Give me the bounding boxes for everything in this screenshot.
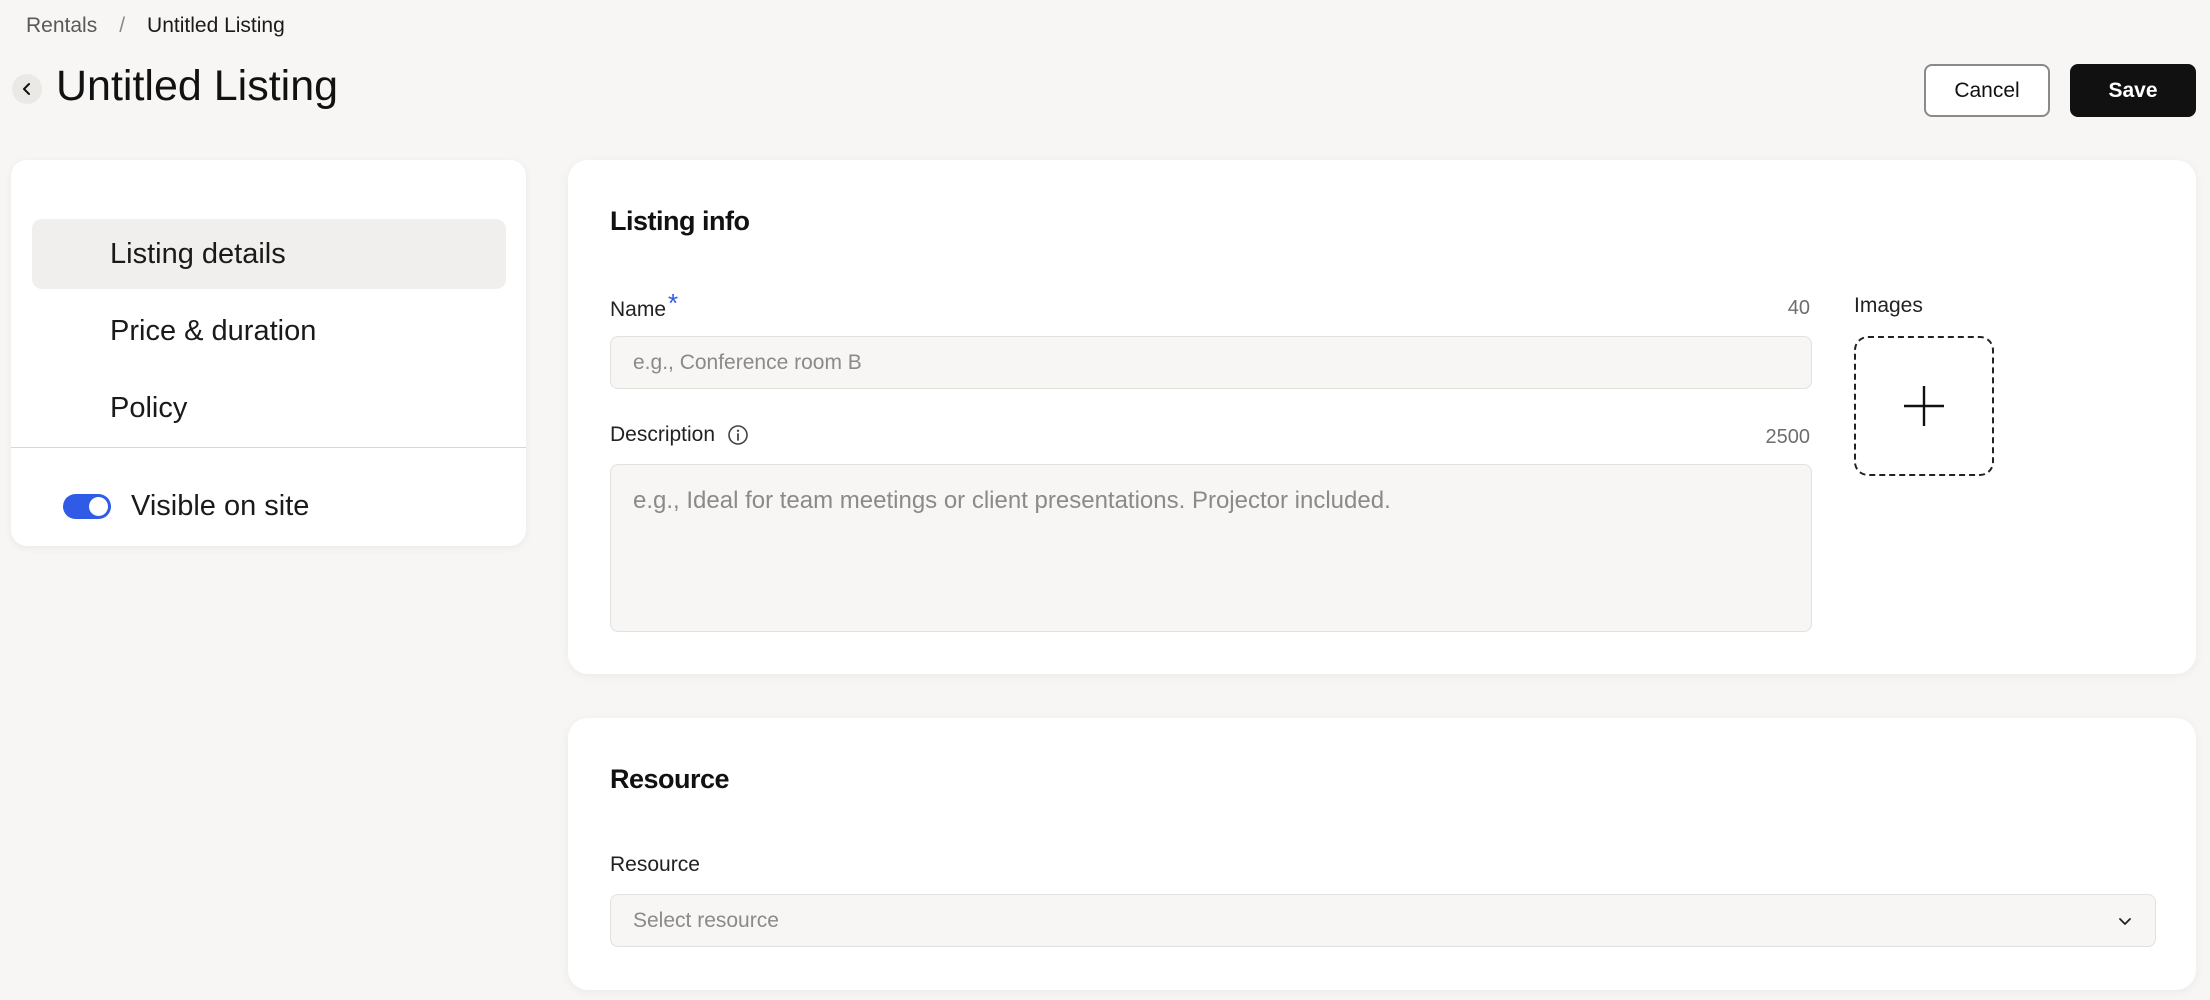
visibility-row: Visible on site bbox=[63, 490, 309, 523]
description-textarea[interactable]: e.g., Ideal for team meetings or client … bbox=[610, 464, 1812, 632]
add-image-button[interactable] bbox=[1854, 336, 1994, 476]
breadcrumb-current: Untitled Listing bbox=[147, 14, 285, 37]
info-icon[interactable] bbox=[727, 424, 749, 446]
save-button[interactable]: Save bbox=[2070, 64, 2196, 117]
listing-info-card: Listing info Name * 40 e.g., Conference … bbox=[568, 160, 2196, 674]
name-input[interactable]: e.g., Conference room B bbox=[610, 336, 1812, 389]
name-input-placeholder: e.g., Conference room B bbox=[633, 350, 862, 374]
visible-on-site-toggle[interactable] bbox=[63, 494, 111, 519]
chevron-down-icon bbox=[2119, 917, 2131, 925]
description-label-text: Description bbox=[610, 423, 716, 446]
sidebar-item-label: Listing details bbox=[110, 237, 286, 270]
resource-title: Resource bbox=[610, 764, 730, 794]
name-char-count: 40 bbox=[1787, 297, 1810, 319]
sidebar-divider bbox=[11, 447, 526, 448]
toggle-knob bbox=[89, 497, 108, 516]
visible-on-site-label: Visible on site bbox=[131, 490, 310, 522]
sidebar-item-price-duration[interactable]: Price & duration bbox=[32, 296, 506, 366]
resource-select-placeholder: Select resource bbox=[633, 908, 779, 932]
resource-select[interactable]: Select resource bbox=[610, 894, 2156, 947]
breadcrumb-rentals-link[interactable]: Rentals bbox=[26, 14, 97, 38]
page-title: Untitled Listing bbox=[56, 62, 339, 110]
description-placeholder: e.g., Ideal for team meetings or client … bbox=[633, 487, 1391, 514]
required-indicator: * bbox=[668, 288, 679, 318]
sidebar-item-listing-details[interactable]: Listing details bbox=[32, 219, 506, 289]
breadcrumb-separator: / bbox=[119, 14, 126, 37]
sidebar-item-label: Policy bbox=[110, 391, 188, 424]
name-label: Name * bbox=[610, 288, 678, 325]
sidebar-item-policy[interactable]: Policy bbox=[32, 373, 506, 443]
name-label-text: Name bbox=[610, 297, 667, 321]
back-button[interactable] bbox=[12, 74, 42, 104]
breadcrumb: Rentals / Untitled Listing bbox=[26, 14, 285, 38]
images-label: Images bbox=[1854, 294, 1923, 317]
cancel-button[interactable]: Cancel bbox=[1924, 64, 2050, 117]
resource-card: Resource Resource Select resource bbox=[568, 718, 2196, 990]
description-char-count: 2500 bbox=[1765, 426, 1811, 448]
description-label: Description bbox=[610, 423, 749, 447]
sidebar-nav: Listing details Price & duration Policy … bbox=[11, 160, 526, 546]
chevron-left-icon bbox=[23, 83, 30, 95]
listing-info-title: Listing info bbox=[610, 206, 750, 236]
resource-field-label: Resource bbox=[610, 853, 700, 876]
sidebar-item-label: Price & duration bbox=[110, 314, 317, 347]
plus-icon bbox=[1904, 386, 1944, 426]
